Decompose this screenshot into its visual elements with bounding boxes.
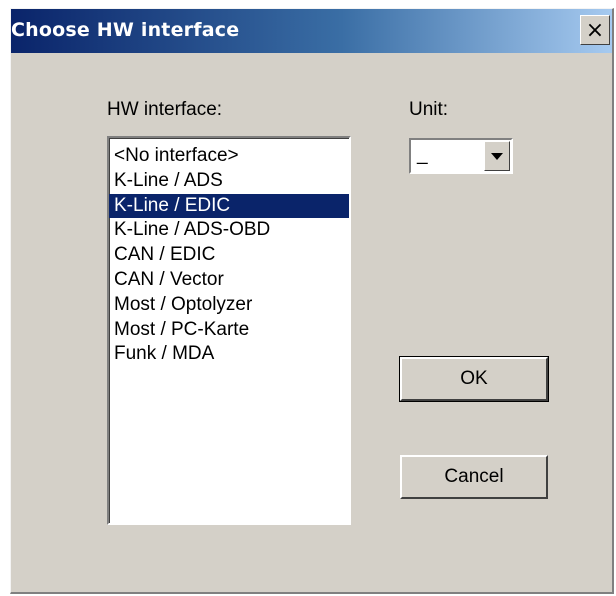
close-button[interactable]: × [580, 15, 610, 45]
list-item[interactable]: K-Line / ADS-OBD [109, 218, 349, 243]
list-item[interactable]: K-Line / ADS [109, 169, 349, 194]
list-item[interactable]: Funk / MDA [109, 342, 349, 367]
window-title: Choose HW interface [11, 19, 240, 41]
ok-button[interactable]: OK [399, 356, 549, 402]
unit-select-value: _ [417, 144, 428, 165]
choose-hw-interface-dialog: Choose HW interface × HW interface: <No … [10, 8, 614, 594]
chevron-down-icon [491, 152, 503, 160]
list-item[interactable]: <No interface> [109, 144, 349, 169]
list-item[interactable]: CAN / EDIC [109, 243, 349, 268]
list-item[interactable]: Most / Optolyzer [109, 293, 349, 318]
list-item-selected[interactable]: K-Line / EDIC [109, 193, 349, 219]
title-bar[interactable]: Choose HW interface × [11, 9, 612, 53]
hw-interface-listbox[interactable]: <No interface> K-Line / ADS K-Line / EDI… [107, 136, 351, 525]
unit-dropdown-button[interactable] [484, 141, 510, 171]
close-icon: × [585, 17, 605, 43]
hw-interface-label: HW interface: [107, 99, 223, 120]
unit-select[interactable]: _ [409, 138, 513, 174]
list-item[interactable]: Most / PC-Karte [109, 318, 349, 343]
unit-label: Unit: [409, 99, 449, 120]
list-item[interactable]: CAN / Vector [109, 268, 349, 293]
cancel-button[interactable]: Cancel [400, 455, 548, 499]
